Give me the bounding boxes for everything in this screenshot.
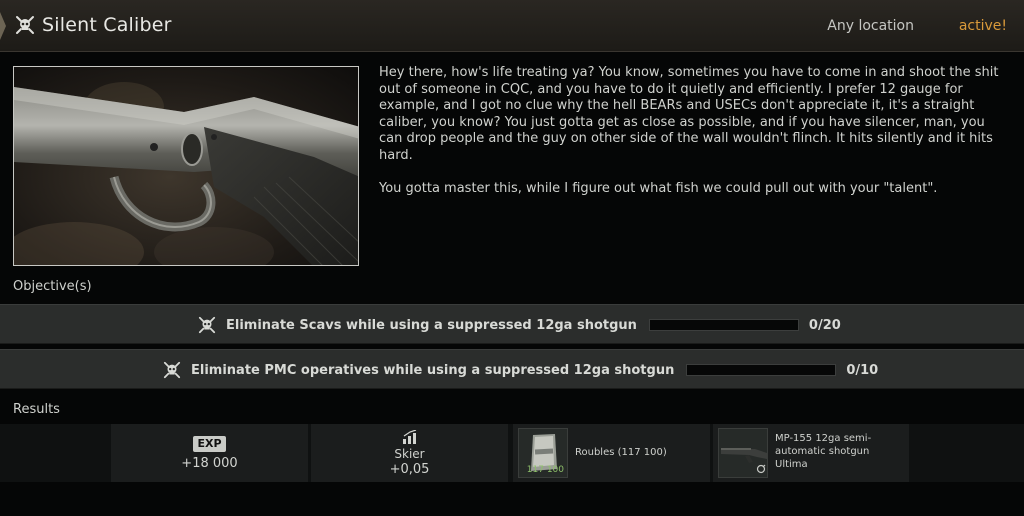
objective-text: Eliminate Scavs while using a suppressed… [226,317,637,333]
trend-up-icon [402,429,416,444]
shotgun-icon [721,448,767,474]
objective-text: Eliminate PMC operatives while using a s… [191,362,675,378]
reward-roubles[interactable]: 117 100 Roubles (117 100) [513,424,710,482]
objective-progress-bar [686,364,837,376]
skull-icon [163,361,181,379]
reward-weapon[interactable]: MP-155 12ga semi-automatic shotgun Ultim… [713,424,909,482]
objective-count: 0/10 [846,362,879,378]
skill-value: +0,05 [389,461,430,477]
objective-row: Eliminate PMC operatives while using a s… [0,349,1024,389]
objectives-label: Objective(s) [13,279,92,294]
header-chevron-icon [0,12,6,40]
results-label: Results [13,402,60,417]
reward-exp: EXP +18 000 [111,424,308,482]
quest-description: Hey there, how's life treating ya? You k… [379,65,1004,198]
description-paragraph: You gotta master this, while I figure ou… [379,181,938,197]
quest-image [13,66,359,266]
skull-icon [16,16,34,34]
quest-header: Silent Caliber Any location active! [0,0,1024,52]
weapon-thumbnail [718,428,768,478]
exp-value: +18 000 [181,455,238,471]
exp-badge: EXP [193,435,226,452]
roubles-thumbnail: 117 100 [518,428,568,478]
skull-icon [198,316,216,334]
objective-count: 0/20 [808,317,841,333]
objective-progress-bar [648,319,799,331]
quest-title: Silent Caliber [42,14,172,36]
shotgun-closeup-image [14,67,358,265]
weapon-label: MP-155 12ga semi-automatic shotgun Ultim… [775,433,872,470]
roubles-label: Roubles (117 100) [575,447,667,458]
objective-row: Eliminate Scavs while using a suppressed… [0,304,1024,344]
skill-name: Skier [394,446,425,461]
description-paragraph: Hey there, how's life treating ya? You k… [379,65,999,163]
quest-location: Any location [827,18,914,34]
reward-skill: Skier +0,05 [311,424,508,482]
roubles-count: 117 100 [526,465,564,475]
quest-status: active! [958,18,1007,34]
